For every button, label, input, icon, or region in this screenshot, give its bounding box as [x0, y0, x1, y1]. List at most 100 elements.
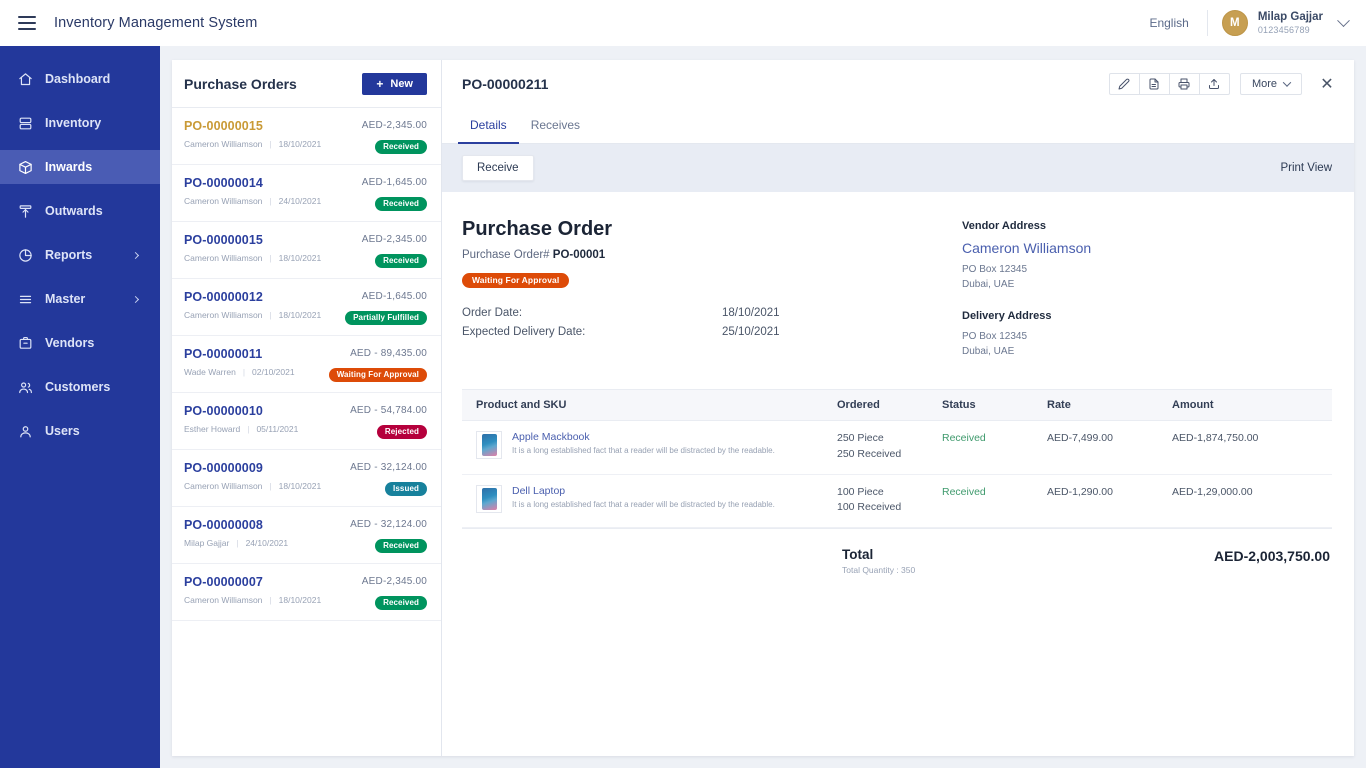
- user-info[interactable]: Milap Gajjar 0123456789: [1258, 10, 1323, 36]
- home-icon: [17, 71, 33, 87]
- new-purchase-order-button[interactable]: + New: [362, 72, 427, 95]
- list-item-right: AED - 32,124.00 Received: [350, 518, 427, 553]
- list-item-right: AED-1,645.00 Partially Fulfilled: [345, 290, 427, 325]
- column-header-ordered: Ordered: [837, 399, 880, 411]
- product-text: Apple Mackbook It is a long established f…: [512, 431, 775, 459]
- status-badge: Waiting For Approval: [328, 368, 427, 382]
- language-selector[interactable]: English: [1131, 16, 1206, 30]
- more-dropdown-button[interactable]: More: [1239, 73, 1302, 95]
- page-title: PO-00000211: [462, 76, 549, 92]
- list-title: Purchase Orders: [184, 75, 297, 92]
- product-image: [481, 487, 497, 510]
- delivery-address-line-1: PO Box 12345: [962, 331, 1028, 342]
- sidebar-item-vendors[interactable]: Vendors: [0, 326, 160, 360]
- detail-tabs: Details Receives: [442, 108, 1354, 144]
- list-item[interactable]: PO-00000012 Cameron Williamson | 18/10/2021…: [172, 279, 441, 336]
- sidebar-item-label: Reports: [45, 248, 93, 262]
- chevron-down-icon[interactable]: [1337, 13, 1350, 27]
- product-name[interactable]: Dell Laptop: [512, 485, 775, 497]
- sidebar-item-inventory[interactable]: Inventory: [0, 106, 160, 140]
- sidebar-item-label: Vendors: [45, 336, 95, 350]
- purchase-order-code: PO-00000015: [184, 119, 263, 133]
- receive-button[interactable]: Receive: [462, 155, 534, 181]
- list-item-right: AED - 54,784.00 Rejected: [350, 404, 427, 439]
- tab-details[interactable]: Details: [458, 108, 519, 144]
- vendor-address-line-1: PO Box 12345: [962, 264, 1028, 275]
- document-po-line: Purchase Order# PO-00001: [462, 249, 962, 261]
- sidebar-item-outwards[interactable]: Outwards: [0, 194, 160, 228]
- cell-status: Received: [942, 432, 986, 444]
- list-item-right: AED-2,345.00 Received: [362, 575, 427, 610]
- total-value: AED-2,003,750.00: [1214, 548, 1330, 564]
- ordered-received: 100 Received: [837, 501, 902, 514]
- list-item-left: PO-00000014 Cameron Williamson | 24/10/2021: [184, 176, 362, 206]
- vendor-name: Cameron Williamson: [184, 196, 263, 206]
- amount: AED - 32,124.00: [350, 519, 427, 530]
- totals-row: Total Total Quantity : 350 AED-2,003,750…: [462, 547, 1332, 575]
- purchase-order-code: PO-00000010: [184, 404, 263, 418]
- top-bar-right: English M Milap Gajjar 0123456789: [1131, 0, 1366, 46]
- meta-separator: |: [269, 481, 272, 491]
- order-date: 18/10/2021: [278, 481, 322, 491]
- list-icon: [17, 291, 33, 307]
- sidebar-item-reports[interactable]: Reports: [0, 238, 160, 272]
- vendor-name: Esther Howard: [184, 424, 241, 434]
- sidebar-item-customers[interactable]: Customers: [0, 370, 160, 404]
- document-icon[interactable]: [1138, 73, 1170, 95]
- list-item[interactable]: PO-00000015 Cameron Williamson | 18/10/2021…: [172, 222, 441, 279]
- more-label: More: [1251, 78, 1277, 90]
- list-item-meta: Esther Howard | 05/11/2021: [184, 424, 350, 434]
- close-icon[interactable]: ✕: [1318, 75, 1336, 93]
- column-header-amount: Amount: [1172, 399, 1214, 411]
- purchase-order-document: Purchase Order Purchase Order# PO-00001 …: [442, 192, 1354, 756]
- sidebar-item-users[interactable]: Users: [0, 414, 160, 448]
- amount: AED-2,345.00: [361, 120, 427, 131]
- list-item[interactable]: PO-00000014 Cameron Williamson | 24/10/2021…: [172, 165, 441, 222]
- vendor-name[interactable]: Cameron Williamson: [962, 240, 1332, 256]
- list-item[interactable]: PO-00000010 Esther Howard | 05/11/2021 AED -…: [172, 393, 441, 450]
- status-badge: Waiting For Approval: [462, 273, 570, 288]
- totals-label-block: Total Total Quantity : 350: [842, 547, 1172, 575]
- sidebar-item-dashboard[interactable]: Dashboard: [0, 62, 160, 96]
- list-item[interactable]: PO-00000011 Wade Warren | 02/10/2021 AED - 8…: [172, 336, 441, 393]
- vendor-name: Cameron Williamson: [184, 253, 263, 263]
- purchase-orders-list[interactable]: PO-00000015 Cameron Williamson | 18/10/2021…: [172, 108, 441, 756]
- print-view-link[interactable]: Print View: [1280, 162, 1332, 174]
- boxes-icon: [17, 115, 33, 131]
- vendor-name: Wade Warren: [184, 367, 236, 377]
- list-item-left: PO-00000015 Cameron Williamson | 18/10/2021: [184, 119, 362, 149]
- status-badge: Received: [375, 197, 427, 211]
- document-header: Purchase Order Purchase Order# PO-00001 …: [462, 218, 1332, 359]
- list-item[interactable]: PO-00000008 Milap Gajjar | 24/10/2021 AED - …: [172, 507, 441, 564]
- edit-icon[interactable]: [1108, 73, 1140, 95]
- list-item-right: AED - 32,124.00 Issued: [350, 461, 427, 496]
- delivery-address-lines: PO Box 12345 Dubai, UAE: [962, 330, 1332, 359]
- cell-amount: AED-1,29,000.00: [1172, 485, 1253, 498]
- meta-separator: |: [269, 595, 272, 605]
- sidebar-item-inwards[interactable]: Inwards: [0, 150, 160, 184]
- po-number-label: Purchase Order#: [462, 249, 550, 261]
- purchase-order-code: PO-00000008: [184, 518, 263, 532]
- expected-delivery-date-label: Expected Delivery Date:: [462, 326, 586, 338]
- hamburger-menu-icon[interactable]: [18, 16, 36, 30]
- main-content: Purchase Orders + New PO-00000015 Cameron…: [160, 46, 1366, 768]
- sidebar-item-master[interactable]: Master: [0, 282, 160, 316]
- list-item-meta: Cameron Williamson | 18/10/2021: [184, 139, 362, 149]
- meta-separator: |: [236, 538, 239, 548]
- list-item[interactable]: PO-00000015 Cameron Williamson | 18/10/2021…: [172, 108, 441, 165]
- list-item-meta: Cameron Williamson | 18/10/2021: [184, 253, 362, 263]
- product-name[interactable]: Apple Mackbook: [512, 431, 775, 443]
- sidebar-item-label: Dashboard: [45, 72, 111, 86]
- order-date-label: Order Date:: [462, 307, 523, 319]
- status-badge: Received: [375, 539, 427, 553]
- list-item[interactable]: PO-00000007 Cameron Williamson | 18/10/2021…: [172, 564, 441, 621]
- upload-icon[interactable]: [1198, 73, 1230, 95]
- printer-icon[interactable]: [1168, 73, 1200, 95]
- tab-receives[interactable]: Receives: [519, 108, 592, 144]
- plus-icon: +: [376, 76, 384, 91]
- status-badge: Partially Fulfilled: [345, 311, 427, 325]
- list-item-meta: Cameron Williamson | 18/10/2021: [184, 481, 350, 491]
- list-item[interactable]: PO-00000009 Cameron Williamson | 18/10/2021…: [172, 450, 441, 507]
- amount: AED-1,645.00: [361, 177, 427, 188]
